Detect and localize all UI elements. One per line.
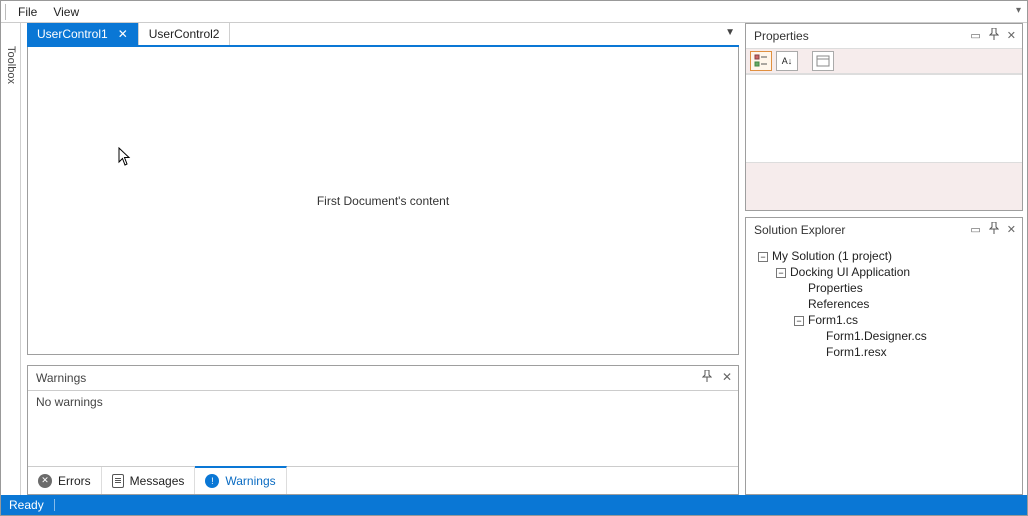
tab-messages[interactable]: Messages bbox=[102, 467, 196, 494]
message-icon bbox=[112, 474, 124, 488]
tab-label: UserControl2 bbox=[149, 27, 220, 41]
toolbox-autohide-tab[interactable]: Toolbox bbox=[1, 23, 21, 495]
properties-window: Properties ▭ ✕ A↓ bbox=[745, 23, 1023, 211]
warnings-title: Warnings bbox=[36, 371, 86, 385]
tree-node-properties[interactable]: Properties bbox=[790, 280, 1014, 296]
property-pages-button[interactable] bbox=[812, 51, 834, 71]
properties-description bbox=[746, 162, 1022, 210]
active-files-dropdown-icon[interactable]: ▼ bbox=[725, 27, 735, 38]
properties-toolbar: A↓ bbox=[746, 48, 1022, 74]
close-icon[interactable]: ✕ bbox=[1007, 29, 1016, 42]
main-area: Toolbox UserControl1 ✕ UserControl2 ▼ Fi… bbox=[1, 23, 1027, 495]
warnings-header: Warnings ✕ bbox=[28, 366, 738, 390]
properties-grid[interactable] bbox=[746, 74, 1022, 162]
categorized-button[interactable] bbox=[750, 51, 772, 71]
tree-node-designer[interactable]: Form1.Designer.cs bbox=[808, 328, 1014, 344]
solution-explorer-header: Solution Explorer ▭ ✕ bbox=[746, 218, 1022, 242]
tab-messages-label: Messages bbox=[130, 474, 185, 488]
menu-view[interactable]: View bbox=[45, 3, 87, 21]
solution-explorer-title: Solution Explorer bbox=[754, 223, 845, 237]
collapse-icon[interactable]: − bbox=[758, 252, 768, 262]
document-tabs: UserControl1 ✕ UserControl2 ▼ bbox=[27, 23, 739, 47]
tab-errors-label: Errors bbox=[58, 474, 91, 488]
warnings-text: No warnings bbox=[36, 395, 103, 409]
close-icon[interactable]: ✕ bbox=[1007, 223, 1016, 236]
chevron-down-icon[interactable]: ▾ bbox=[1016, 5, 1021, 16]
center-column: UserControl1 ✕ UserControl2 ▼ First Docu… bbox=[27, 23, 739, 495]
tree-node-project[interactable]: −Docking UI Application Properties Refer… bbox=[772, 264, 1014, 360]
pin-icon[interactable] bbox=[989, 222, 999, 237]
menu-file[interactable]: File bbox=[10, 3, 45, 21]
window-position-icon[interactable]: ▭ bbox=[970, 29, 980, 42]
menu-separator bbox=[5, 4, 6, 20]
solution-explorer-window: Solution Explorer ▭ ✕ −My Solution (1 pr… bbox=[745, 217, 1023, 495]
tab-usercontrol2[interactable]: UserControl2 bbox=[139, 23, 231, 45]
warnings-body: No warnings bbox=[28, 390, 738, 466]
tab-warnings-label: Warnings bbox=[225, 474, 275, 488]
properties-header: Properties ▭ ✕ bbox=[746, 24, 1022, 48]
close-icon[interactable]: ✕ bbox=[118, 27, 128, 41]
status-text: Ready bbox=[9, 498, 44, 512]
status-bar: Ready bbox=[1, 495, 1027, 515]
toolbox-label: Toolbox bbox=[5, 46, 17, 84]
tree-node-resx[interactable]: Form1.resx bbox=[808, 344, 1014, 360]
pin-icon[interactable] bbox=[702, 370, 712, 385]
error-icon: ✕ bbox=[38, 474, 52, 488]
document-area[interactable]: First Document's content bbox=[27, 47, 739, 355]
pin-icon[interactable] bbox=[989, 28, 999, 43]
close-icon[interactable]: ✕ bbox=[722, 370, 732, 385]
tree-node-form[interactable]: −Form1.cs Form1.Designer.cs Form1.resx bbox=[790, 312, 1014, 360]
warnings-panel: Warnings ✕ No warnings ✕ Errors M bbox=[27, 365, 739, 495]
warning-icon: ! bbox=[205, 474, 219, 488]
tree-node-solution[interactable]: −My Solution (1 project) −Docking UI App… bbox=[754, 248, 1014, 360]
cursor-icon bbox=[118, 147, 132, 172]
window-position-icon[interactable]: ▭ bbox=[970, 223, 980, 236]
properties-title: Properties bbox=[754, 29, 809, 43]
menu-bar: File View ▾ bbox=[1, 1, 1027, 23]
tab-warnings[interactable]: ! Warnings bbox=[195, 466, 286, 494]
solution-tree[interactable]: −My Solution (1 project) −Docking UI App… bbox=[746, 242, 1022, 494]
status-divider bbox=[54, 499, 55, 511]
document-content: First Document's content bbox=[317, 194, 449, 208]
collapse-icon[interactable]: − bbox=[794, 316, 804, 326]
collapse-icon[interactable]: − bbox=[776, 268, 786, 278]
tree-node-references[interactable]: References bbox=[790, 296, 1014, 312]
tab-usercontrol1[interactable]: UserControl1 ✕ bbox=[27, 23, 139, 45]
alphabetical-button[interactable]: A↓ bbox=[776, 51, 798, 71]
right-column: Properties ▭ ✕ A↓ bbox=[745, 23, 1027, 495]
warnings-bottom-tabs: ✕ Errors Messages ! Warnings bbox=[28, 466, 738, 494]
tab-label: UserControl1 bbox=[37, 27, 108, 41]
tab-errors[interactable]: ✕ Errors bbox=[28, 467, 102, 494]
